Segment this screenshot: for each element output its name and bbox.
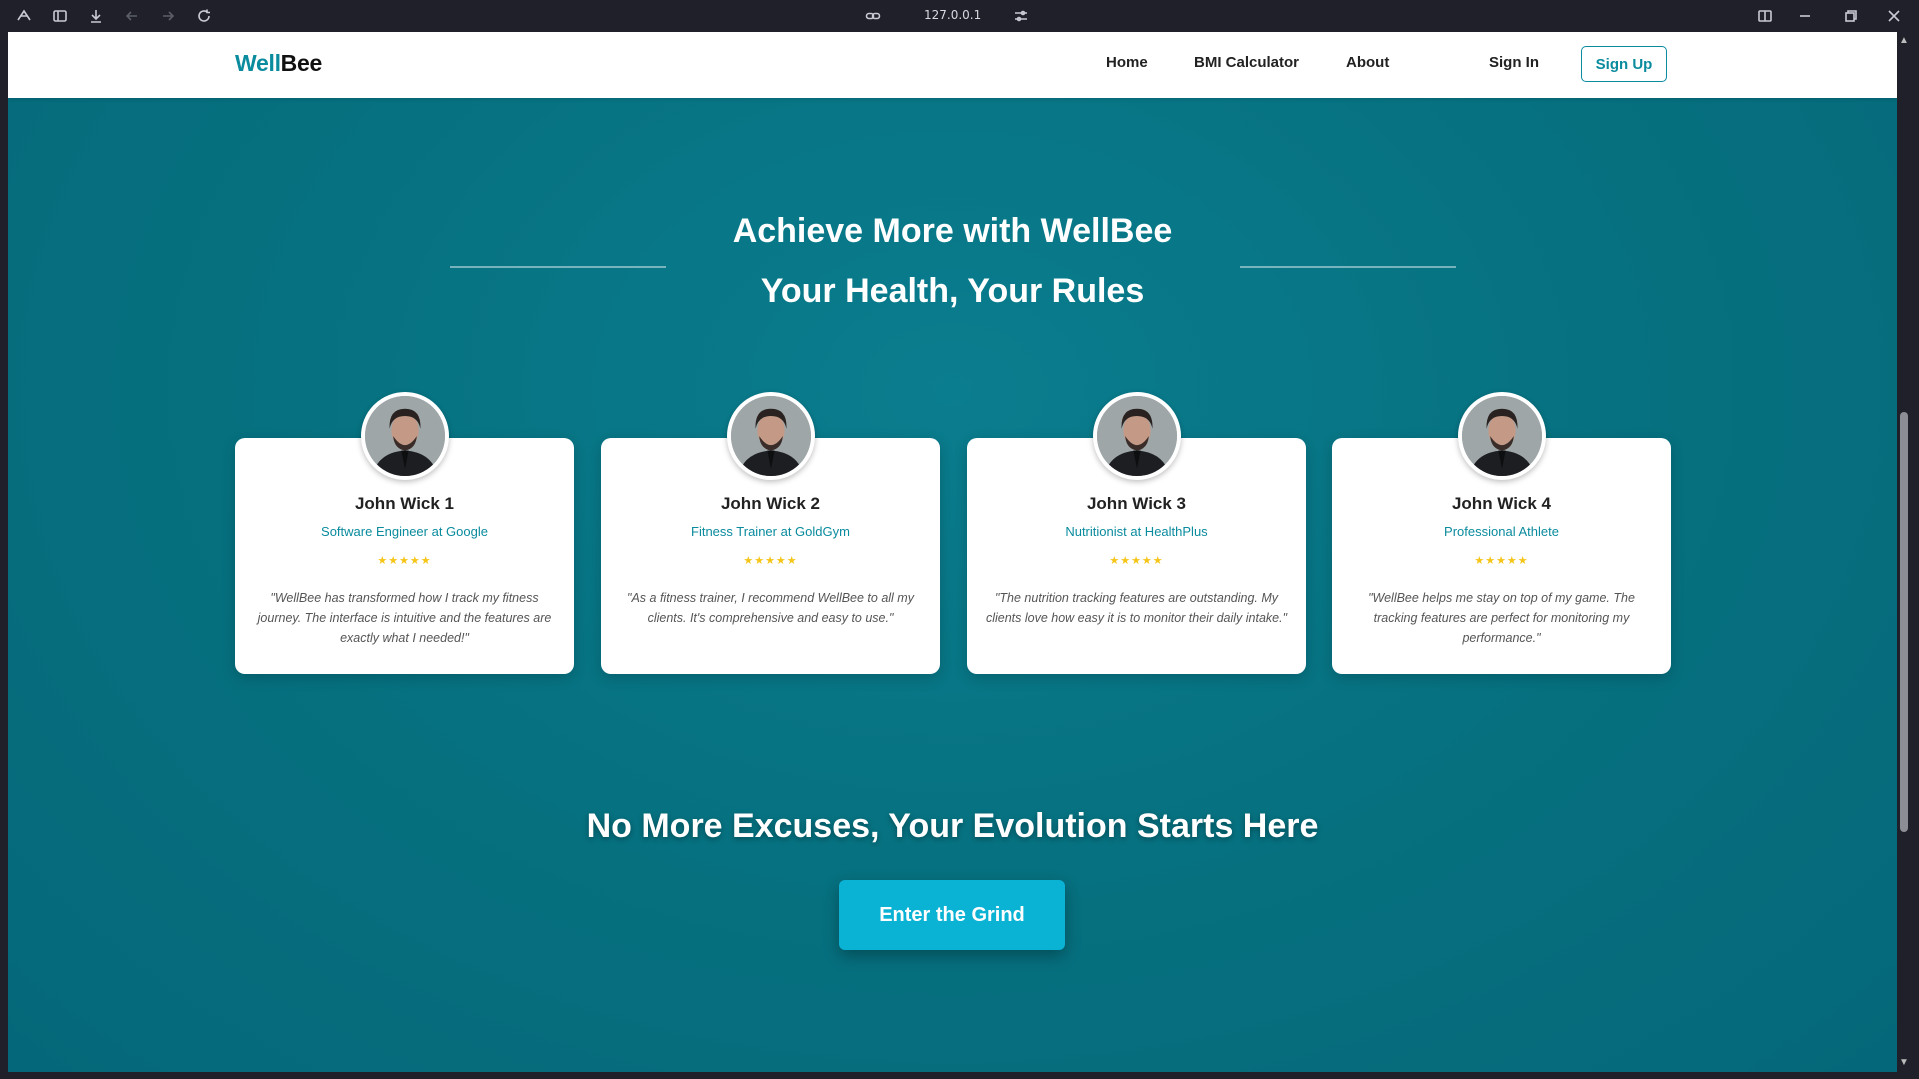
star-rating: ★★★★★ [743, 555, 798, 567]
testimonial-name: John Wick 3 [1086, 494, 1187, 513]
cta-title: No More Excuses, Your Evolution Starts H… [586, 807, 1319, 845]
star-rating: ★★★★★ [1109, 555, 1164, 567]
wellbee-logo[interactable]: WellBee [235, 50, 322, 77]
scroll-down-icon[interactable]: ▼ [1899, 1058, 1909, 1068]
page-viewport: WellBee Home BMI Calculator About Sign I… [8, 32, 1897, 1072]
browser-logo-icon[interactable] [14, 6, 34, 26]
heading-divider-right [1240, 266, 1456, 268]
avatar [1457, 392, 1546, 480]
nav-link-bmi-calculator[interactable]: BMI Calculator [1194, 54, 1299, 71]
link-icon[interactable] [863, 6, 883, 26]
testimonial-name: John Wick 4 [1451, 494, 1552, 513]
close-icon[interactable] [1884, 6, 1904, 26]
scrollbar-thumb[interactable] [1900, 412, 1908, 832]
forward-arrow-icon[interactable] [158, 6, 178, 26]
minimize-icon[interactable] [1795, 6, 1815, 26]
testimonial-role: Fitness Trainer at GoldGym [691, 524, 850, 539]
avatar [1092, 392, 1181, 480]
page-scrollbar[interactable]: ▲ ▼ [1897, 32, 1911, 1072]
address-bar[interactable]: 127.0.0.1 [924, 8, 981, 22]
site-settings-icon[interactable] [1011, 6, 1031, 26]
testimonial-role: Software Engineer at Google [321, 524, 488, 539]
logo-text-bee: Bee [280, 50, 323, 76]
heading-divider-left [450, 266, 666, 268]
download-icon[interactable] [86, 6, 106, 26]
split-view-icon[interactable] [1755, 6, 1775, 26]
nav-link-about[interactable]: About [1346, 54, 1389, 71]
testimonial-quote: "As a fitness trainer, I recommend WellB… [627, 591, 914, 625]
hero-title: Achieve More with WellBee [732, 212, 1173, 250]
nav-link-home[interactable]: Home [1106, 54, 1148, 71]
sidebar-toggle-icon[interactable] [50, 6, 70, 26]
testimonial-quote: "WellBee has transformed how I track my … [257, 591, 552, 645]
enter-the-grind-button[interactable]: Enter the Grind [839, 880, 1065, 950]
avatar [360, 392, 449, 480]
hero-subtitle: Your Health, Your Rules [760, 272, 1145, 310]
restore-icon[interactable] [1841, 6, 1861, 26]
testimonial-role: Nutritionist at HealthPlus [1065, 524, 1208, 539]
testimonial-name: John Wick 2 [720, 494, 821, 513]
sign-in-link[interactable]: Sign In [1489, 54, 1539, 71]
scroll-up-icon[interactable]: ▲ [1899, 36, 1909, 46]
navbar: WellBee Home BMI Calculator About Sign I… [8, 32, 1897, 98]
sign-up-button[interactable]: Sign Up [1581, 46, 1667, 82]
testimonial-quote: "WellBee helps me stay on top of my game… [1368, 591, 1635, 645]
avatar [726, 392, 815, 480]
testimonial-card: John Wick 4 Professional Athlete ★★★★★ "… [1332, 392, 1671, 674]
testimonial-name: John Wick 1 [354, 494, 455, 513]
logo-text-well: Well [235, 50, 281, 76]
testimonial-card: John Wick 2 Fitness Trainer at GoldGym ★… [601, 392, 940, 674]
testimonial-role: Professional Athlete [1444, 524, 1559, 539]
testimonial-quote: "The nutrition tracking features are out… [985, 591, 1288, 625]
back-arrow-icon[interactable] [122, 6, 142, 26]
testimonial-card: John Wick 1 Software Engineer at Google … [235, 392, 574, 674]
testimonial-card: John Wick 3 Nutritionist at HealthPlus ★… [967, 392, 1306, 674]
reload-icon[interactable] [194, 6, 214, 26]
browser-toolbar: 127.0.0.1 [0, 0, 1919, 32]
star-rating: ★★★★★ [377, 555, 432, 567]
star-rating: ★★★★★ [1474, 555, 1529, 567]
